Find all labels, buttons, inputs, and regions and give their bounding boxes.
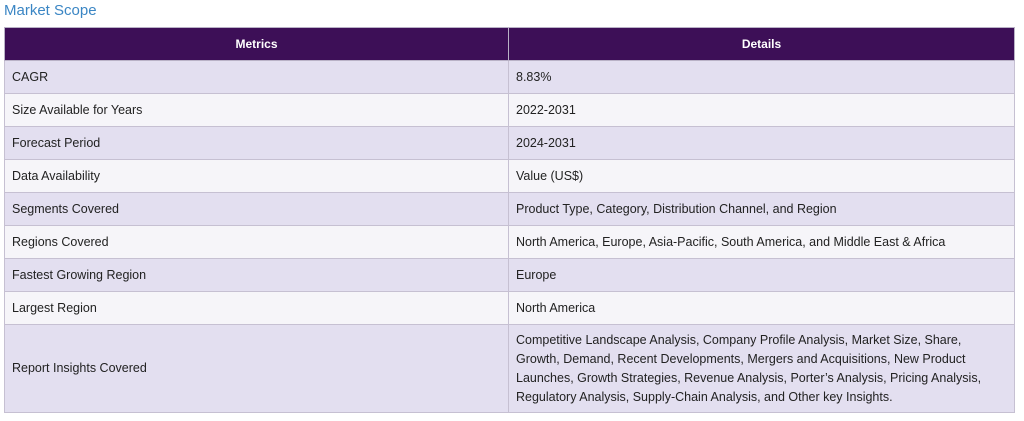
table-row: Report Insights Covered Competitive Land… bbox=[4, 324, 1015, 413]
table-row: Size Available for Years 2022-2031 bbox=[4, 93, 1015, 127]
metric-cell: Fastest Growing Region bbox=[4, 258, 509, 292]
table-row: Fastest Growing Region Europe bbox=[4, 258, 1015, 292]
metric-cell: Size Available for Years bbox=[4, 93, 509, 127]
column-header-metrics: Metrics bbox=[4, 27, 509, 61]
table-header-row: Metrics Details bbox=[4, 27, 1015, 61]
detail-cell: 2024-2031 bbox=[508, 126, 1015, 160]
table-row: Largest Region North America bbox=[4, 291, 1015, 325]
table-row: Segments Covered Product Type, Category,… bbox=[4, 192, 1015, 226]
metric-cell: CAGR bbox=[4, 60, 509, 94]
section-title: Market Scope bbox=[4, 2, 97, 19]
table-row: Regions Covered North America, Europe, A… bbox=[4, 225, 1015, 259]
detail-cell: Value (US$) bbox=[508, 159, 1015, 193]
detail-cell: North America, Europe, Asia-Pacific, Sou… bbox=[508, 225, 1015, 259]
metric-cell: Regions Covered bbox=[4, 225, 509, 259]
table-row: Data Availability Value (US$) bbox=[4, 159, 1015, 193]
metric-cell: Forecast Period bbox=[4, 126, 509, 160]
market-scope-table: Metrics Details CAGR 8.83% Size Availabl… bbox=[4, 27, 1015, 413]
detail-cell: Europe bbox=[508, 258, 1015, 292]
metric-cell: Data Availability bbox=[4, 159, 509, 193]
detail-cell: Product Type, Category, Distribution Cha… bbox=[508, 192, 1015, 226]
metric-cell: Segments Covered bbox=[4, 192, 509, 226]
metric-cell: Report Insights Covered bbox=[4, 324, 509, 413]
table-row: CAGR 8.83% bbox=[4, 60, 1015, 94]
metric-cell: Largest Region bbox=[4, 291, 509, 325]
detail-cell: 8.83% bbox=[508, 60, 1015, 94]
detail-cell: Competitive Landscape Analysis, Company … bbox=[508, 324, 1015, 413]
column-header-details: Details bbox=[508, 27, 1015, 61]
detail-cell: 2022-2031 bbox=[508, 93, 1015, 127]
detail-cell: North America bbox=[508, 291, 1015, 325]
market-scope-section: Market Scope Metrics Details CAGR 8.83% … bbox=[0, 0, 1024, 421]
table-row: Forecast Period 2024-2031 bbox=[4, 126, 1015, 160]
